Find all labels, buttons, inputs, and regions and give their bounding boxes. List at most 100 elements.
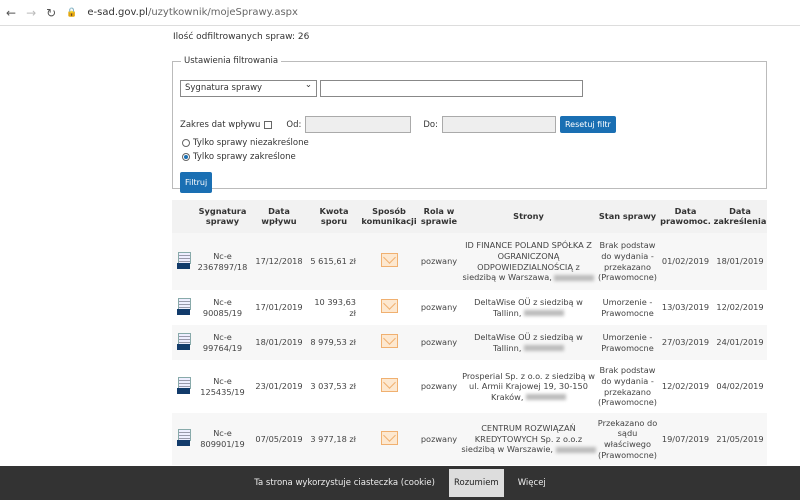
filter-button[interactable]: Filtruj bbox=[180, 172, 213, 193]
header-icon bbox=[172, 200, 195, 233]
case-role: pozwany bbox=[418, 413, 460, 465]
header-sygnatura[interactable]: Sygnatura sprawy bbox=[195, 200, 250, 233]
url-path: /uzytkownik/mojeSprawy.aspx bbox=[147, 7, 298, 18]
table-row[interactable]: Nc-e 809901/19 07/05/2019 3 977,18 zł po… bbox=[172, 413, 767, 465]
header-sposob[interactable]: Sposób komunikacji bbox=[360, 200, 418, 233]
filter-field-select[interactable]: Sygnatura sprawy bbox=[180, 80, 317, 97]
case-date: 18/01/2019 bbox=[250, 325, 308, 360]
case-closed-date: 04/02/2019 bbox=[716, 381, 764, 392]
case-status: Brak podstaw do wydania - przekazano (Pr… bbox=[598, 365, 657, 408]
address-bar[interactable]: e-sad.gov.pl/uzytkownik/mojeSprawy.aspx bbox=[87, 7, 298, 18]
communication-cell bbox=[360, 325, 418, 360]
reset-filter-button[interactable]: Resetuj filtr bbox=[559, 116, 616, 133]
case-final-date: 13/03/2019 bbox=[661, 302, 710, 313]
reload-icon[interactable]: ↻ bbox=[46, 6, 56, 20]
cookie-text: Ta strona wykorzystuje ciasteczka (cooki… bbox=[254, 478, 435, 488]
case-amount: 5 615,61 zł bbox=[308, 233, 360, 290]
case-date: 17/01/2019 bbox=[255, 302, 303, 313]
case-status: Umorzenie - Prawomocne bbox=[597, 325, 658, 360]
case-role: pozwany bbox=[418, 233, 460, 290]
envelope-icon bbox=[380, 378, 398, 393]
case-final-date: 27/03/2019 bbox=[658, 325, 713, 360]
filter-text-input[interactable] bbox=[320, 80, 583, 97]
filtered-count: Ilość odfiltrowanych spraw: 26 bbox=[173, 32, 310, 42]
redacted-text bbox=[526, 394, 567, 401]
case-parties: DeltaWise OÜ z siedzibą w Tallinn, bbox=[460, 325, 597, 360]
header-kwota[interactable]: Kwota sporu bbox=[308, 200, 360, 233]
case-closed-date: 21/05/2019 bbox=[713, 413, 767, 465]
cases-table: Sygnatura sprawy Data wpływu Kwota sporu… bbox=[172, 200, 767, 465]
case-signature[interactable]: Nc-e 125435/19 bbox=[195, 360, 250, 413]
header-rola[interactable]: Rola w sprawie bbox=[418, 200, 460, 233]
case-closed-date: 24/01/2019 bbox=[713, 325, 767, 360]
redacted-text bbox=[524, 310, 565, 316]
cookie-more-link[interactable]: Więcej bbox=[518, 478, 546, 488]
case-file-icon[interactable] bbox=[177, 429, 191, 447]
case-final-date: 12/02/2019 bbox=[661, 381, 710, 392]
radio-marked[interactable]: Tylko sprawy zakreślone bbox=[182, 152, 296, 162]
case-role: pozwany bbox=[418, 325, 460, 360]
case-role: pozwany bbox=[420, 381, 458, 392]
case-date: 07/05/2019 bbox=[250, 413, 308, 465]
table-row[interactable]: Nc-e 125435/19 23/01/2019 3 037,53 zł po… bbox=[172, 360, 767, 413]
case-file-cell[interactable] bbox=[172, 290, 195, 325]
header-prawomoc[interactable]: Data prawomoc. bbox=[658, 200, 713, 233]
case-amount: 3 977,18 zł bbox=[308, 413, 360, 465]
back-icon[interactable]: ← bbox=[6, 6, 16, 20]
header-stan[interactable]: Stan sprawy bbox=[597, 200, 658, 233]
redacted-text bbox=[524, 345, 565, 351]
table-row[interactable]: Nc-e 99764/19 18/01/2019 8 979,53 zł poz… bbox=[172, 325, 767, 360]
case-file-icon[interactable] bbox=[177, 332, 191, 350]
radio-checked-icon bbox=[182, 153, 190, 161]
case-date: 17/12/2018 bbox=[250, 233, 308, 290]
header-data-wplywu[interactable]: Data wpływu bbox=[250, 200, 308, 233]
radio-unmarked[interactable]: Tylko sprawy niezakreślone bbox=[182, 138, 309, 148]
case-date: 23/01/2019 bbox=[255, 381, 303, 392]
case-final-date: 01/02/2019 bbox=[658, 233, 713, 290]
redacted-text bbox=[554, 274, 595, 281]
table-row[interactable]: Nc-e 90085/19 17/01/2019 10 393,63 zł po… bbox=[172, 290, 767, 325]
filter-settings: Ustawienia filtrowania Sygnatura sprawy … bbox=[172, 56, 767, 193]
case-status: Brak podstaw do wydania - przekazano (Pr… bbox=[597, 233, 658, 290]
envelope-icon bbox=[380, 299, 398, 314]
case-file-icon[interactable] bbox=[177, 297, 191, 315]
case-amount: 8 979,53 zł bbox=[308, 325, 360, 360]
filter-legend: Ustawienia filtrowania bbox=[184, 56, 279, 66]
case-file-cell[interactable] bbox=[172, 325, 195, 360]
case-final-date: 19/07/2019 bbox=[658, 413, 713, 465]
radio-label: Tylko sprawy zakreślone bbox=[193, 152, 296, 162]
case-signature[interactable]: Nc-e 99764/19 bbox=[195, 325, 250, 360]
browser-toolbar: ← → ↻ 🔒 e-sad.gov.pl/uzytkownik/mojeSpra… bbox=[0, 0, 800, 26]
case-signature[interactable]: Nc-e 2367897/18 bbox=[195, 233, 250, 290]
cookie-accept-button[interactable]: Rozumiem bbox=[448, 469, 504, 497]
envelope-icon bbox=[380, 253, 398, 268]
case-signature[interactable]: Nc-e 809901/19 bbox=[195, 413, 250, 465]
date-from-input[interactable] bbox=[305, 116, 412, 133]
cookie-bar: Ta strona wykorzystuje ciasteczka (cooki… bbox=[0, 466, 800, 500]
from-label: Od: bbox=[286, 119, 302, 130]
communication-cell bbox=[360, 413, 418, 465]
to-label: Do: bbox=[423, 119, 438, 130]
case-file-icon[interactable] bbox=[177, 376, 191, 394]
envelope-icon bbox=[380, 430, 398, 445]
case-file-icon[interactable] bbox=[177, 251, 191, 269]
communication-cell bbox=[360, 233, 418, 290]
lock-icon: 🔒 bbox=[66, 7, 78, 18]
table-row[interactable]: Nc-e 2367897/18 17/12/2018 5 615,61 zł p… bbox=[172, 233, 767, 290]
radio-label: Tylko sprawy niezakreślone bbox=[193, 138, 309, 148]
date-range-checkbox[interactable] bbox=[264, 120, 273, 129]
case-file-cell[interactable] bbox=[172, 413, 195, 465]
case-signature[interactable]: Nc-e 90085/19 bbox=[195, 290, 250, 325]
date-to-input[interactable] bbox=[441, 116, 556, 133]
case-file-cell[interactable] bbox=[172, 360, 195, 413]
url-host: e-sad.gov.pl bbox=[87, 7, 148, 18]
forward-icon[interactable]: → bbox=[26, 6, 36, 20]
communication-cell bbox=[360, 290, 418, 325]
header-zakreslenia[interactable]: Data zakreślenia bbox=[713, 200, 767, 233]
case-parties: CENTRUM ROZWIĄZAŃ KREDYTOWYCH Sp. z o.o.… bbox=[460, 413, 597, 465]
case-parties: Prosperial Sp. z o.o. z siedzibą w ul. A… bbox=[460, 360, 597, 413]
header-strony[interactable]: Strony bbox=[460, 200, 597, 233]
case-parties: DeltaWise OÜ z siedzibą w Tallinn, bbox=[460, 290, 597, 325]
case-file-cell[interactable] bbox=[172, 233, 195, 290]
case-status: Umorzenie - Prawomocne bbox=[601, 296, 654, 318]
